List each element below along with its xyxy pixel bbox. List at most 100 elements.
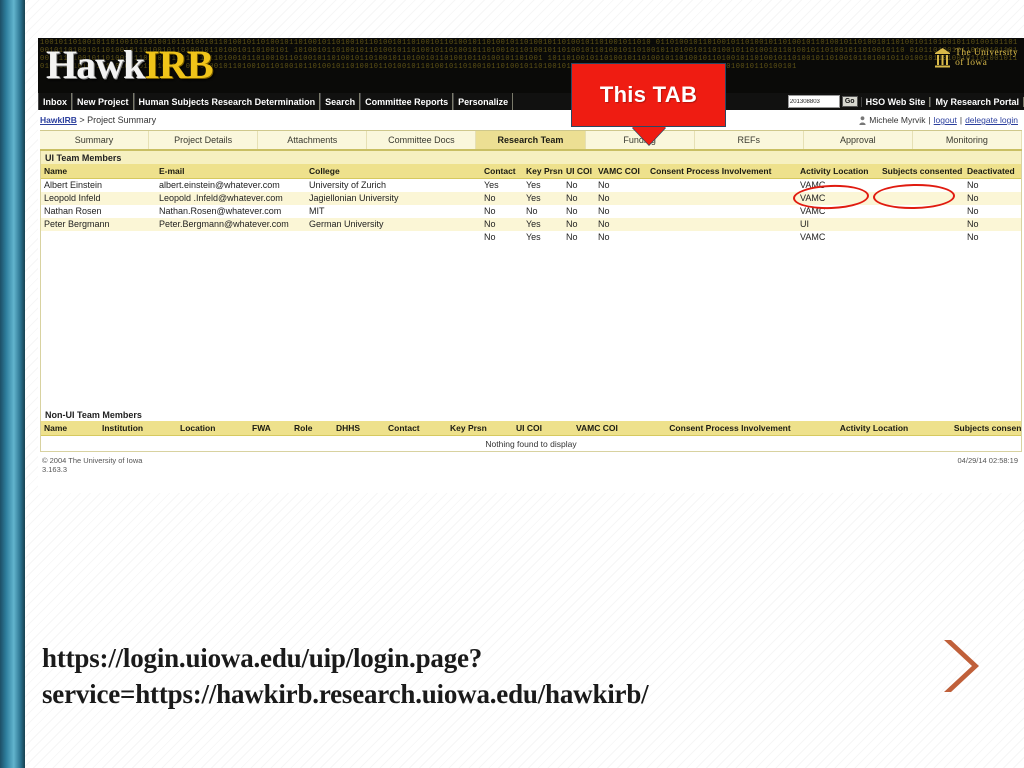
footer-version: 3.163.3 xyxy=(42,465,68,474)
user-icon xyxy=(859,115,866,125)
non-ui-team-section: Non-UI Team Members Name Institution Loc… xyxy=(41,408,1021,451)
tab-project-details[interactable]: Project Details xyxy=(149,131,259,149)
breadcrumb-home-link[interactable]: HawkIRB xyxy=(40,115,77,125)
nui-col-institution[interactable]: Institution xyxy=(99,421,177,436)
cell-name xyxy=(41,231,156,244)
nui-col-fwa[interactable]: FWA xyxy=(249,421,291,436)
cell-activity-location: VAMC xyxy=(800,232,826,242)
col-consent-process-involvement[interactable]: Consent Process Involvement xyxy=(647,164,797,179)
project-number-search-input[interactable] xyxy=(787,95,840,108)
nav-hsrd[interactable]: Human Subjects Research Determination xyxy=(133,93,321,110)
nui-col-name[interactable]: Name xyxy=(41,421,99,436)
table-row[interactable]: Nathan Rosen Nathan.Rosen@whatever.com M… xyxy=(41,205,1021,218)
app-masthead: 1001011010010110100101101001011010010110… xyxy=(38,38,1024,93)
delegate-login-link[interactable]: delegate login xyxy=(965,115,1018,125)
cell-deactivated: No xyxy=(967,232,979,242)
col-deactivated[interactable]: Deactivated xyxy=(964,164,1021,179)
nav-committee-reports[interactable]: Committee Reports xyxy=(360,93,454,110)
nui-col-dhhs[interactable]: DHHS xyxy=(333,421,385,436)
tab-approval[interactable]: Approval xyxy=(804,131,913,149)
chevron-right-icon xyxy=(944,640,979,692)
cell-key-prsn: Yes xyxy=(526,180,541,191)
nui-col-subjects-consented[interactable]: Subjects consented xyxy=(929,421,1021,436)
nav-personalize[interactable]: Personalize xyxy=(453,93,514,110)
col-name[interactable]: Name xyxy=(41,164,156,179)
non-ui-team-members-title: Non-UI Team Members xyxy=(41,408,1021,421)
non-ui-team-header-row: Name Institution Location FWA Role DHHS … xyxy=(41,421,1021,436)
cell-contact: No xyxy=(484,232,496,242)
col-activity-location[interactable]: Activity Location xyxy=(797,164,879,179)
university-of-iowa-logo: The University of Iowa xyxy=(934,47,1018,69)
table-row[interactable]: No Yes No No VAMC No xyxy=(41,231,1021,244)
ui-team-body: Albert Einstein albert.einstein@whatever… xyxy=(41,179,1021,244)
nui-col-location[interactable]: Location xyxy=(177,421,249,436)
nav-hso-web-site[interactable]: HSO Web Site xyxy=(860,96,931,107)
cell-email: Peter.Bergmann@whatever.com xyxy=(159,219,289,229)
login-url-text: https://login.uiowa.edu/uip/login.page?s… xyxy=(42,643,649,709)
tab-summary[interactable]: Summary xyxy=(40,131,150,149)
tab-committee-docs[interactable]: Committee Docs xyxy=(367,131,477,149)
tab-monitoring[interactable]: Monitoring xyxy=(913,131,1022,149)
tab-research-team[interactable]: Research Team xyxy=(476,131,586,149)
cell-name: Nathan Rosen xyxy=(44,206,102,216)
nui-col-key-prsn[interactable]: Key Prsn xyxy=(447,421,513,436)
ui-team-header-row: Name E-mail College Contact Key Prsn UI … xyxy=(41,164,1021,179)
user-separator-1: | xyxy=(928,115,931,125)
col-vamc-coi[interactable]: VAMC COI xyxy=(595,164,647,179)
university-logo-line2: of Iowa xyxy=(955,58,988,68)
cell-consent-process xyxy=(647,179,797,192)
user-separator-2: | xyxy=(959,115,963,125)
cell-deactivated: No xyxy=(967,180,979,191)
cell-contact: No xyxy=(484,193,496,203)
nui-col-ui-coi[interactable]: UI COI xyxy=(513,421,573,436)
nui-col-vamc-coi[interactable]: VAMC COI xyxy=(573,421,641,436)
university-column-icon xyxy=(935,48,951,68)
nav-right-group: Go HSO Web Site My Research Portal xyxy=(786,93,1024,110)
col-college[interactable]: College xyxy=(306,164,481,179)
cell-ui-coi: No xyxy=(566,193,578,203)
nui-col-consent-process-involvement[interactable]: Consent Process Involvement xyxy=(641,421,819,436)
nui-col-role[interactable]: Role xyxy=(291,421,333,436)
cell-ui-coi: No xyxy=(566,232,578,242)
logo-irb-text: IRB xyxy=(144,42,213,87)
university-logo-text: The University of Iowa xyxy=(955,48,1018,68)
cell-email: Nathan.Rosen@whatever.com xyxy=(159,206,282,216)
breadcrumb: HawkIRB > Project Summary xyxy=(40,115,156,125)
nav-my-research-portal[interactable]: My Research Portal xyxy=(930,96,1024,107)
cell-deactivated: No xyxy=(967,206,979,216)
col-ui-coi[interactable]: UI COI xyxy=(563,164,595,179)
cell-college: MIT xyxy=(309,206,325,216)
callout-pointer xyxy=(631,127,666,145)
nav-new-project[interactable]: New Project xyxy=(72,93,134,110)
cell-ui-coi: No xyxy=(566,180,578,191)
breadcrumb-separator: > xyxy=(79,115,85,125)
table-row[interactable]: Peter Bergmann Peter.Bergmann@whatever.c… xyxy=(41,217,1021,231)
nui-col-contact[interactable]: Contact xyxy=(385,421,447,436)
go-button[interactable]: Go xyxy=(841,96,858,107)
cell-consent-process xyxy=(647,192,797,205)
ui-team-members-title: UI Team Members xyxy=(41,151,1021,164)
cell-email: albert.einstein@whatever.com xyxy=(159,180,280,191)
footer-timestamp: 04/29/14 02:58:19 xyxy=(957,456,1018,465)
cell-name: Leopold Infeld xyxy=(44,193,101,203)
tab-attachments[interactable]: Attachments xyxy=(258,131,368,149)
cell-college: Jagiellonian University xyxy=(309,193,399,203)
nav-search[interactable]: Search xyxy=(320,93,361,110)
col-subjects-consented[interactable]: Subjects consented xyxy=(879,164,964,179)
col-email[interactable]: E-mail xyxy=(156,164,306,179)
cell-key-prsn: No xyxy=(526,206,538,216)
cell-subjects-consented xyxy=(879,231,964,244)
footer-left: © 2004 The University of Iowa 3.163.3 xyxy=(42,456,142,474)
ui-team-members-table: Name E-mail College Contact Key Prsn UI … xyxy=(41,164,1021,244)
cell-consent-process xyxy=(647,205,797,218)
nav-inbox[interactable]: Inbox xyxy=(38,93,72,110)
table-row[interactable]: Albert Einstein albert.einstein@whatever… xyxy=(41,179,1021,192)
col-key-prsn[interactable]: Key Prsn xyxy=(523,164,563,179)
this-tab-callout: This TAB xyxy=(571,63,726,145)
cell-email xyxy=(156,231,306,244)
logout-link[interactable]: logout xyxy=(934,115,957,125)
user-name: Michele Myrvik xyxy=(869,115,926,125)
col-contact[interactable]: Contact xyxy=(481,164,523,179)
non-ui-team-members-table: Name Institution Location FWA Role DHHS … xyxy=(41,421,1021,436)
nui-col-activity-location[interactable]: Activity Location xyxy=(819,421,929,436)
